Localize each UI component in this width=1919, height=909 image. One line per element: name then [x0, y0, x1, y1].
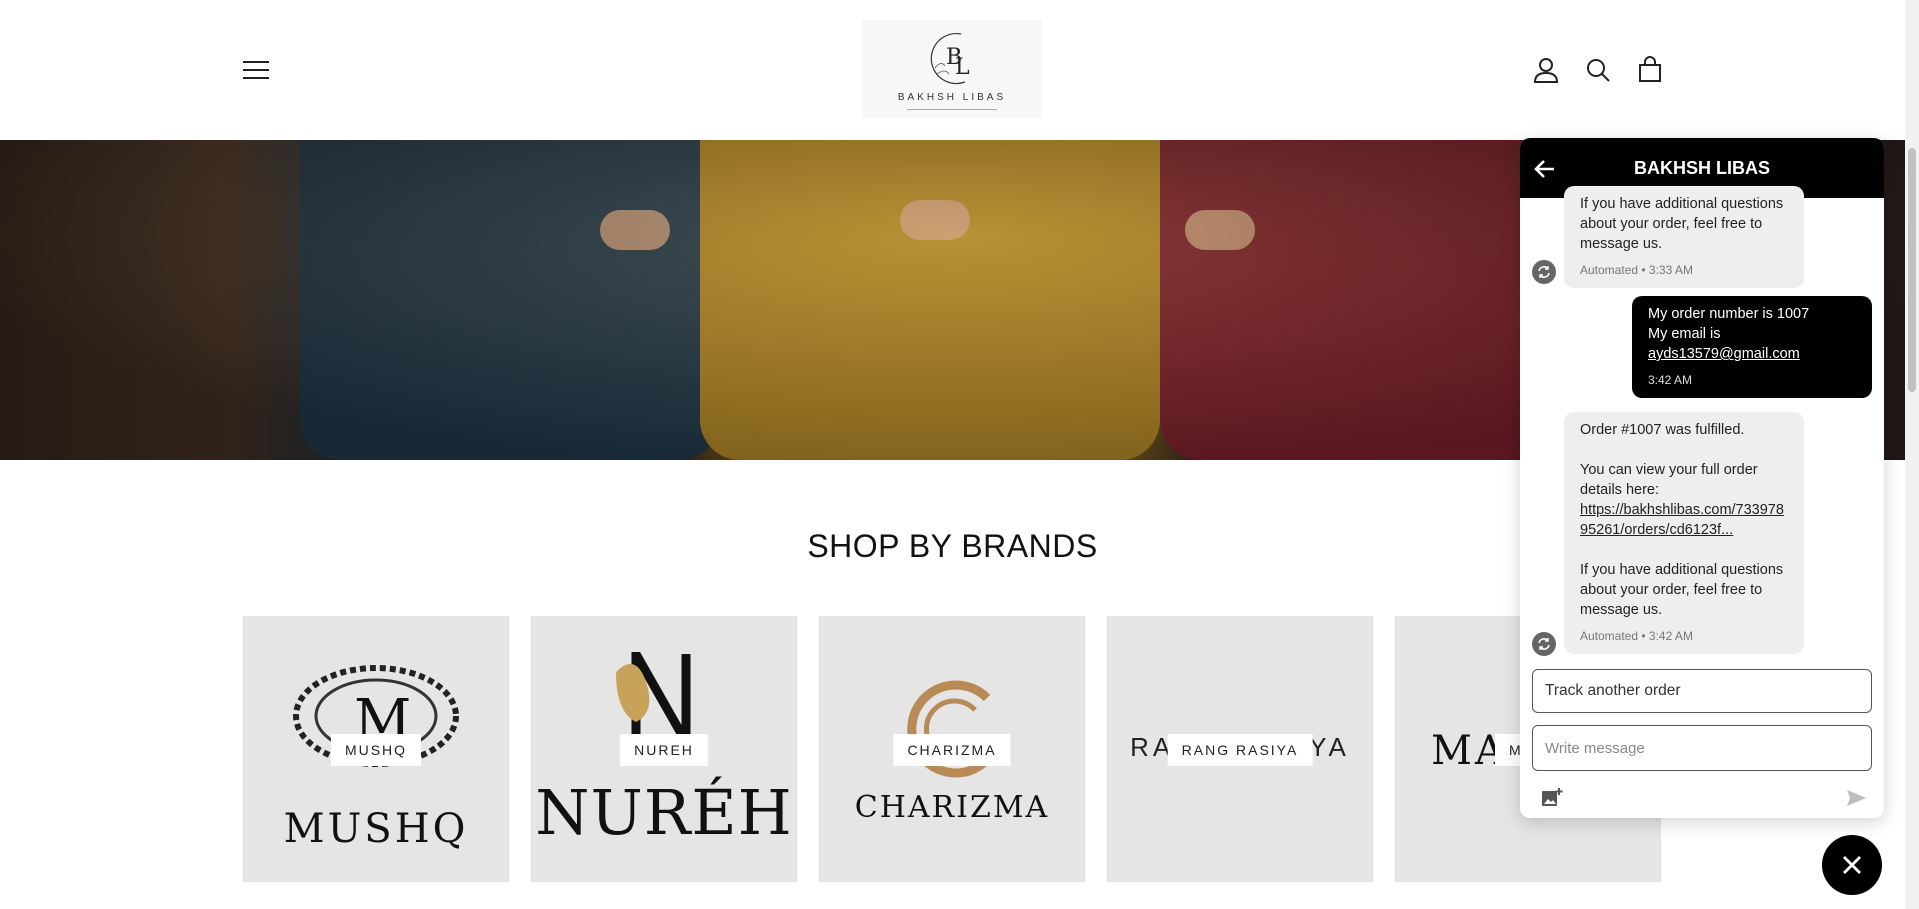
track-another-order-button[interactable]: Track another order: [1532, 669, 1872, 713]
chat-widget: BAKHSH LIBAS If you have additional ques…: [1520, 138, 1884, 818]
charizma-c-mark-icon: [907, 680, 991, 778]
automated-icon: [1532, 632, 1556, 656]
brand-card-rang-rasiya[interactable]: RANG RASIYA RANG RASIYA: [1107, 616, 1373, 882]
message-line: My email is: [1648, 326, 1721, 342]
brand-logo-word: CHARIZMA: [854, 790, 1050, 825]
brand-logo-word: NURÉH: [535, 776, 793, 849]
brand-card-charizma[interactable]: CHARIZMA CHARIZMA: [819, 616, 1085, 882]
message-line: You can view your full order details her…: [1580, 462, 1758, 498]
brand-logo-word: MUSHQ: [283, 806, 469, 852]
brand-label: CHARIZMA: [893, 734, 1011, 766]
hamburger-menu-icon[interactable]: [243, 58, 271, 82]
logo-text: BAKHSH LIBAS: [897, 92, 1007, 103]
scrollbar-thumb[interactable]: [1908, 148, 1916, 392]
shopping-bag-icon[interactable]: [1636, 56, 1664, 84]
order-link[interactable]: https://bakhshlibas.com/73397895261/orde…: [1580, 500, 1788, 540]
message-text: If you have additional questions about y…: [1580, 196, 1784, 252]
email-link[interactable]: ayds13579@gmail.com: [1648, 346, 1800, 362]
message-line: Order #1007 was fulfilled.: [1580, 422, 1745, 438]
close-chat-button[interactable]: [1822, 835, 1882, 895]
close-icon: [1843, 856, 1861, 874]
site-logo[interactable]: B L BAKHSH LIBAS: [862, 20, 1042, 118]
message-line: My order number is 1007: [1648, 306, 1810, 322]
brand-card-mushq[interactable]: M MUSHQ MUSHQ: [243, 616, 509, 882]
brand-label: MUSHQ: [330, 734, 422, 766]
chat-message-outgoing: My order number is 1007 My email is ayds…: [1632, 296, 1872, 398]
automated-icon: [1532, 260, 1556, 284]
logo-underline: [907, 109, 997, 110]
message-meta: Automated • 3:33 AM: [1580, 263, 1693, 277]
message-line: If you have additional questions about y…: [1580, 562, 1784, 618]
page-scrollbar[interactable]: [1905, 0, 1919, 909]
message-meta: Automated • 3:42 AM: [1580, 629, 1693, 643]
message-input[interactable]: [1532, 725, 1872, 771]
search-icon[interactable]: [1584, 56, 1612, 84]
brand-label: NUREH: [620, 734, 708, 766]
site-header: B L BAKHSH LIBAS: [0, 0, 1905, 140]
user-icon[interactable]: [1532, 56, 1560, 84]
brand-label: RANG RASIYA: [1167, 734, 1313, 766]
logo-monogram: B L: [930, 32, 970, 85]
chat-message-incoming: Order #1007 was fulfilled. You can view …: [1564, 412, 1804, 654]
chat-title: BAKHSH LIBAS: [1633, 158, 1770, 178]
brand-card-nureh[interactable]: NURÉH NUREH: [531, 616, 797, 882]
chat-message-incoming: If you have additional questions about y…: [1564, 186, 1804, 288]
message-meta: 3:42 AM: [1648, 373, 1693, 387]
image-attach-icon[interactable]: [1540, 786, 1564, 810]
svg-text:L: L: [955, 55, 970, 80]
send-icon[interactable]: [1844, 786, 1868, 810]
